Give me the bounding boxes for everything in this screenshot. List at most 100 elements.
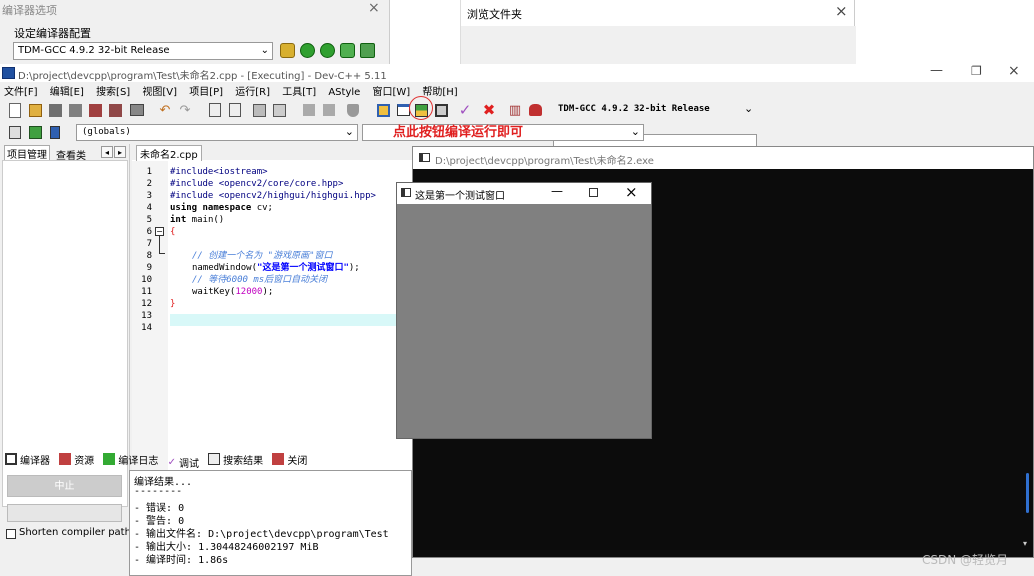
- close-all-button[interactable]: [106, 101, 124, 119]
- menu-tools[interactable]: 工具[T]: [282, 87, 316, 98]
- tab-scroll-right-icon[interactable]: ▸: [114, 146, 126, 158]
- find-button[interactable]: [206, 101, 224, 119]
- tab-compiler[interactable]: 编译器: [5, 450, 50, 468]
- undo-button[interactable]: ↶: [156, 101, 174, 119]
- close-icon[interactable]: ×: [1008, 63, 1020, 79]
- code-line-10: // 等待6000 ms后窗口自动关闭: [192, 275, 328, 285]
- tab-scroll-left-icon[interactable]: ◂: [101, 146, 113, 158]
- minimize-icon[interactable]: —: [930, 63, 943, 78]
- menu-file[interactable]: 文件[F]: [4, 87, 38, 98]
- shorten-paths-label: Shorten compiler paths: [19, 527, 137, 538]
- tab-close-label: 关闭: [287, 455, 308, 467]
- tab-resources[interactable]: 资源: [59, 450, 94, 468]
- console-app-icon: [419, 153, 430, 162]
- replace-button[interactable]: [226, 101, 244, 119]
- config-export-button[interactable]: [340, 43, 355, 58]
- goto-button[interactable]: [250, 101, 268, 119]
- resources-icon: [59, 453, 72, 465]
- tab-debug[interactable]: ✓ 调试: [168, 454, 199, 472]
- open-file-button[interactable]: [26, 101, 44, 119]
- restore-icon[interactable]: ❐: [971, 64, 982, 78]
- cv-maximize-icon[interactable]: [589, 188, 598, 197]
- shorten-paths-checkbox[interactable]: [6, 529, 16, 539]
- cv-title: 这是第一个测试窗口: [415, 191, 505, 202]
- bar-chart-icon: ▥: [508, 102, 522, 118]
- tab-debug-label: 调试: [178, 459, 199, 470]
- console-scroll-down-icon[interactable]: ▾: [1023, 539, 1027, 548]
- tab-close[interactable]: 关闭: [272, 450, 307, 468]
- watermark: CSDN @轻览月: [922, 553, 1009, 567]
- line-number: 9: [146, 263, 152, 273]
- print-button[interactable]: [128, 101, 146, 119]
- stop-x-icon: ✖: [482, 101, 496, 119]
- log-line: 编译结果...: [134, 477, 193, 488]
- tab-project-manager[interactable]: 项目管理: [4, 145, 50, 161]
- syntax-check-button[interactable]: ✓: [456, 101, 474, 119]
- config-delete-button[interactable]: [360, 43, 375, 58]
- globals-select-value: (globals): [82, 127, 131, 137]
- fold-collapse-icon[interactable]: −: [155, 227, 164, 236]
- stop-execution-button[interactable]: ✖: [480, 101, 498, 119]
- close-file-button[interactable]: [86, 101, 104, 119]
- toggle-comment-button[interactable]: [344, 101, 362, 119]
- menu-run[interactable]: 运行[R]: [235, 87, 270, 98]
- debug-button[interactable]: [526, 101, 544, 119]
- menu-view[interactable]: 视图[V]: [142, 87, 177, 98]
- tab-resources-label: 资源: [74, 455, 95, 467]
- code-text-rest: main(): [186, 215, 225, 225]
- rebuild-all-button[interactable]: [432, 101, 450, 119]
- compile-button[interactable]: [374, 101, 392, 119]
- compiler-config-select[interactable]: TDM-GCC 4.9.2 32-bit Release ⌄: [13, 42, 273, 60]
- line-number: 14: [141, 323, 152, 333]
- current-line-highlight: [170, 314, 412, 326]
- indent-button[interactable]: [270, 101, 288, 119]
- line-number: 6: [146, 227, 152, 237]
- bookmark-next-button[interactable]: [320, 101, 338, 119]
- code-line-1: #include<iostream>: [170, 167, 268, 177]
- compiler-options-close-icon[interactable]: ×: [368, 0, 380, 16]
- abort-button[interactable]: 中止: [7, 475, 122, 497]
- code-line-9: namedWindow("这是第一个测试窗口");: [170, 262, 376, 274]
- compiler-options-dialog: 编译器选项 × 设定编译器配置 TDM-GCC 4.9.2 32-bit Rel…: [0, 0, 390, 64]
- redo-button[interactable]: ↷: [176, 101, 194, 119]
- line-number: 3: [146, 191, 152, 201]
- config-add2-button[interactable]: [320, 43, 335, 58]
- cv-close-icon[interactable]: ×: [625, 183, 638, 201]
- chevron-down-icon: ⌄: [344, 125, 354, 138]
- code-line-4: using namespace cv;: [170, 202, 376, 214]
- menu-edit[interactable]: 编辑[E]: [50, 87, 84, 98]
- progress-bar: [7, 504, 122, 522]
- fold-line: [159, 236, 160, 253]
- cv-minimize-icon[interactable]: —: [551, 184, 563, 198]
- bookmark-prev-button[interactable]: [300, 101, 318, 119]
- new-file-button[interactable]: [6, 101, 24, 119]
- cv-window: 这是第一个测试窗口 — ×: [396, 182, 652, 439]
- tab-search-results[interactable]: 搜索结果: [208, 450, 263, 468]
- config-rename-button[interactable]: [280, 43, 295, 58]
- close-panel-icon: [272, 453, 285, 465]
- menu-project[interactable]: 项目[P]: [189, 87, 223, 98]
- line-number: 5: [146, 215, 152, 225]
- insert-button[interactable]: [6, 123, 24, 141]
- menu-bar: 文件[F] 编辑[E] 搜索[S] 视图[V] 项目[P] 运行[R] 工具[T…: [4, 83, 467, 98]
- save-all-button[interactable]: [66, 101, 84, 119]
- goto-bookmark-button[interactable]: [26, 123, 44, 141]
- chevron-down-icon: ⌄: [260, 45, 269, 56]
- new-file-icon: [9, 102, 21, 118]
- menu-astyle[interactable]: AStyle: [328, 87, 360, 98]
- menu-help[interactable]: 帮助[H]: [422, 87, 457, 98]
- profile-button[interactable]: ▥: [506, 101, 524, 119]
- save-button[interactable]: [46, 101, 64, 119]
- config-add-button[interactable]: [300, 43, 315, 58]
- globals-select[interactable]: (globals) ⌄: [76, 124, 358, 141]
- console-scrollbar-thumb[interactable]: [1026, 473, 1029, 513]
- code-number: 12000: [235, 287, 263, 297]
- menu-window[interactable]: 窗口[W]: [373, 87, 411, 98]
- code-line-11: waitKey(12000);: [170, 286, 376, 298]
- browse-folder-close-icon[interactable]: ×: [835, 2, 848, 20]
- file-tab[interactable]: 未命名2.cpp: [136, 145, 202, 161]
- menu-search[interactable]: 搜索[S]: [96, 87, 130, 98]
- save-all-icon: [68, 103, 82, 117]
- tab-compile-log[interactable]: 编译日志: [103, 450, 158, 468]
- toggle-bookmark-button[interactable]: [46, 123, 64, 141]
